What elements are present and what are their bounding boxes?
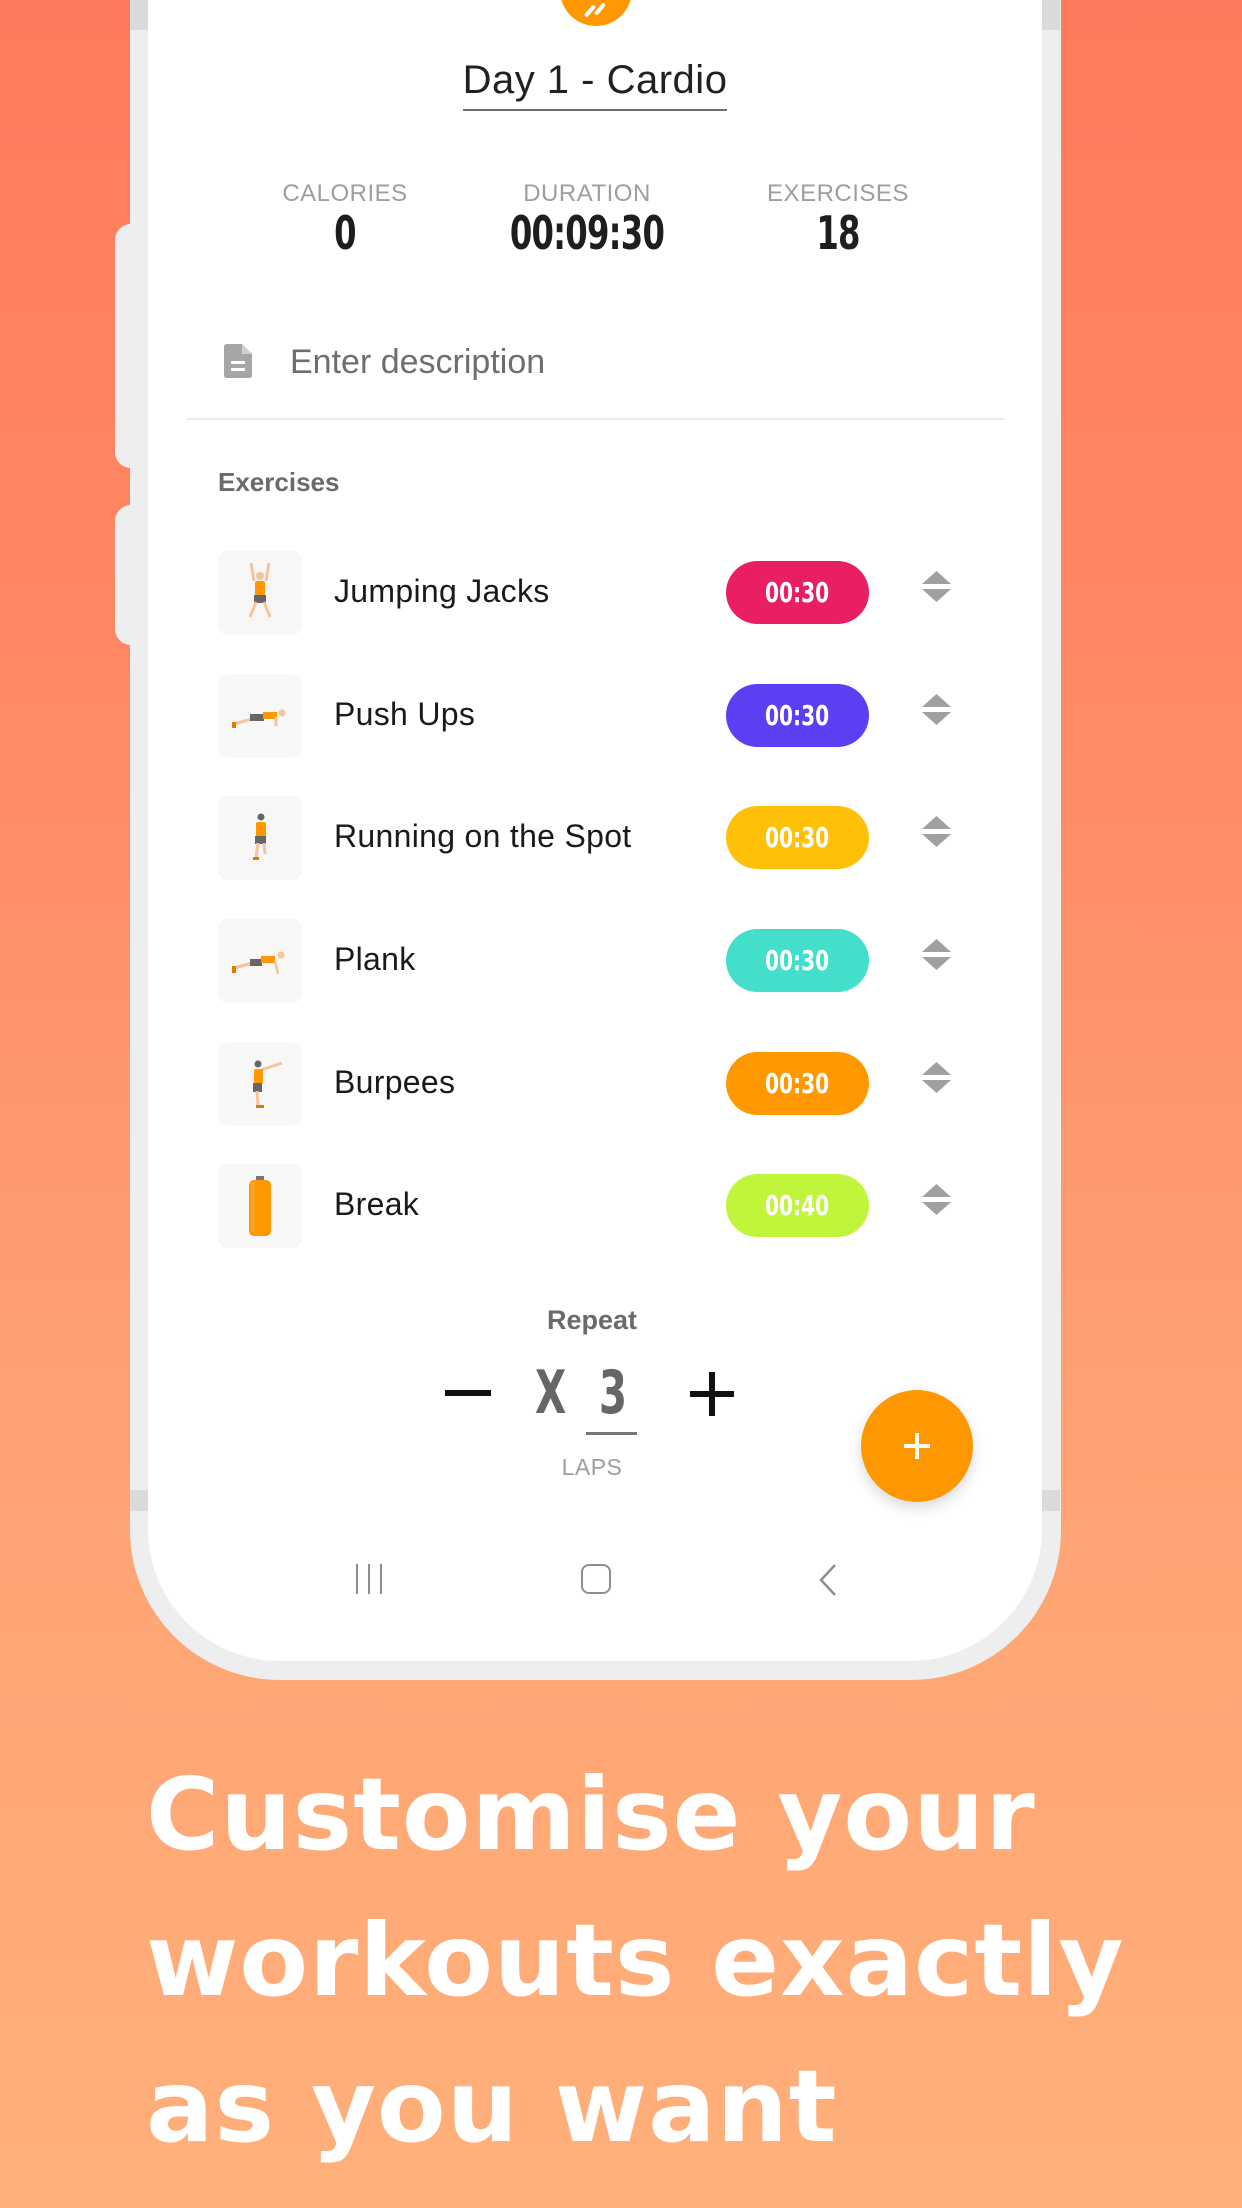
reorder-handle-icon[interactable]: [922, 694, 951, 738]
stat-label: EXERCISES: [767, 180, 909, 207]
jumping-jacks-thumbnail: [218, 551, 302, 635]
jumping-jacks-figure-icon: [248, 562, 272, 618]
recents-icon[interactable]: [354, 1564, 384, 1594]
exercise-duration: 00:30: [765, 944, 830, 977]
exercise-duration-pill[interactable]: 00:30: [726, 1052, 869, 1115]
tagline-line: workouts exactly: [146, 1902, 1125, 2019]
reorder-handle-icon[interactable]: [922, 939, 951, 983]
frame-edge-strip: [130, 0, 148, 30]
stat-duration: DURATION 00:09:30: [457, 180, 717, 260]
marketing-tagline: Customise your workouts exactly as you w…: [146, 1742, 1226, 2180]
reorder-handle-icon[interactable]: [922, 1062, 951, 1106]
plank-figure-icon: [232, 951, 285, 975]
plank-thumbnail: [218, 919, 302, 1003]
laps-unit-label: LAPS: [561, 1454, 623, 1480]
exercise-row[interactable]: Jumping Jacks 00:30: [218, 551, 988, 635]
exercise-name: Break: [334, 1186, 420, 1222]
push-ups-figure-icon: [232, 709, 286, 728]
running-figure-icon: [253, 813, 267, 860]
exercise-name: Running on the Spot: [334, 818, 632, 854]
reorder-handle-icon[interactable]: [922, 1184, 951, 1228]
frame-edge-strip: [130, 1490, 148, 1511]
exercise-name: Jumping Jacks: [334, 573, 550, 609]
tagline-line: Customise your: [146, 1756, 1036, 1873]
stat-label: DURATION: [523, 180, 651, 207]
divider: [186, 418, 1004, 420]
exercise-duration: 00:30: [765, 821, 830, 854]
stat-value: 00:09:30: [509, 206, 665, 260]
break-thumbnail: [218, 1164, 302, 1248]
plus-icon[interactable]: [690, 1372, 734, 1416]
exercise-name: Burpees: [334, 1064, 456, 1100]
frame-edge-strip: [1042, 1490, 1060, 1511]
laps-prefix: X: [535, 1358, 567, 1428]
workout-title-text[interactable]: Day 1 - Cardio: [462, 58, 728, 111]
stat-calories: CALORIES 0: [215, 180, 475, 260]
exercise-row[interactable]: Burpees 00:30: [218, 1042, 988, 1126]
reorder-handle-icon[interactable]: [922, 571, 951, 615]
stat-value: 0: [334, 206, 356, 260]
tagline-line: as you want: [146, 2048, 838, 2165]
exercise-duration-pill[interactable]: 00:30: [726, 806, 869, 869]
exercise-row[interactable]: Break 00:40: [218, 1164, 988, 1248]
reorder-handle-icon[interactable]: [922, 816, 951, 860]
exercise-name: Push Ups: [334, 696, 476, 732]
exercise-row[interactable]: Plank 00:30: [218, 919, 988, 1003]
laps-input[interactable]: 3: [596, 1358, 631, 1428]
laps-input-underline: [586, 1432, 637, 1435]
back-icon[interactable]: [818, 1564, 838, 1596]
exercise-duration-pill[interactable]: 00:40: [726, 1174, 869, 1237]
burpees-thumbnail: [218, 1042, 302, 1126]
exercise-row[interactable]: Push Ups 00:30: [218, 674, 988, 758]
minus-icon[interactable]: [445, 1390, 491, 1396]
push-ups-thumbnail: [218, 674, 302, 758]
exercise-duration-pill[interactable]: 00:30: [726, 929, 869, 992]
exercise-duration-pill[interactable]: 00:30: [726, 561, 869, 624]
add-exercise-button[interactable]: [861, 1390, 973, 1502]
exercises-section-label: Exercises: [218, 467, 340, 497]
home-icon[interactable]: [581, 1564, 611, 1594]
document-icon: [224, 344, 252, 378]
water-bottle-icon: [249, 1176, 271, 1236]
exercise-name: Plank: [334, 941, 416, 977]
exercise-duration: 00:30: [765, 576, 830, 609]
stat-value: 18: [816, 206, 860, 260]
stat-label: CALORIES: [282, 180, 408, 207]
running-thumbnail: [218, 796, 302, 880]
frame-edge-strip: [1042, 0, 1060, 30]
exercise-row[interactable]: Running on the Spot 00:30: [218, 796, 988, 880]
workout-title[interactable]: Day 1 - Cardio: [0, 58, 1190, 111]
exercise-duration-pill[interactable]: 00:30: [726, 684, 869, 747]
exercise-duration: 00:30: [765, 1067, 830, 1100]
exercise-duration: 00:40: [765, 1189, 830, 1222]
description-input[interactable]: [290, 340, 990, 384]
burpees-figure-icon: [253, 1060, 283, 1108]
exercise-duration: 00:30: [765, 699, 830, 732]
repeat-label: Repeat: [546, 1305, 638, 1335]
stat-exercises: EXERCISES 18: [708, 180, 968, 260]
